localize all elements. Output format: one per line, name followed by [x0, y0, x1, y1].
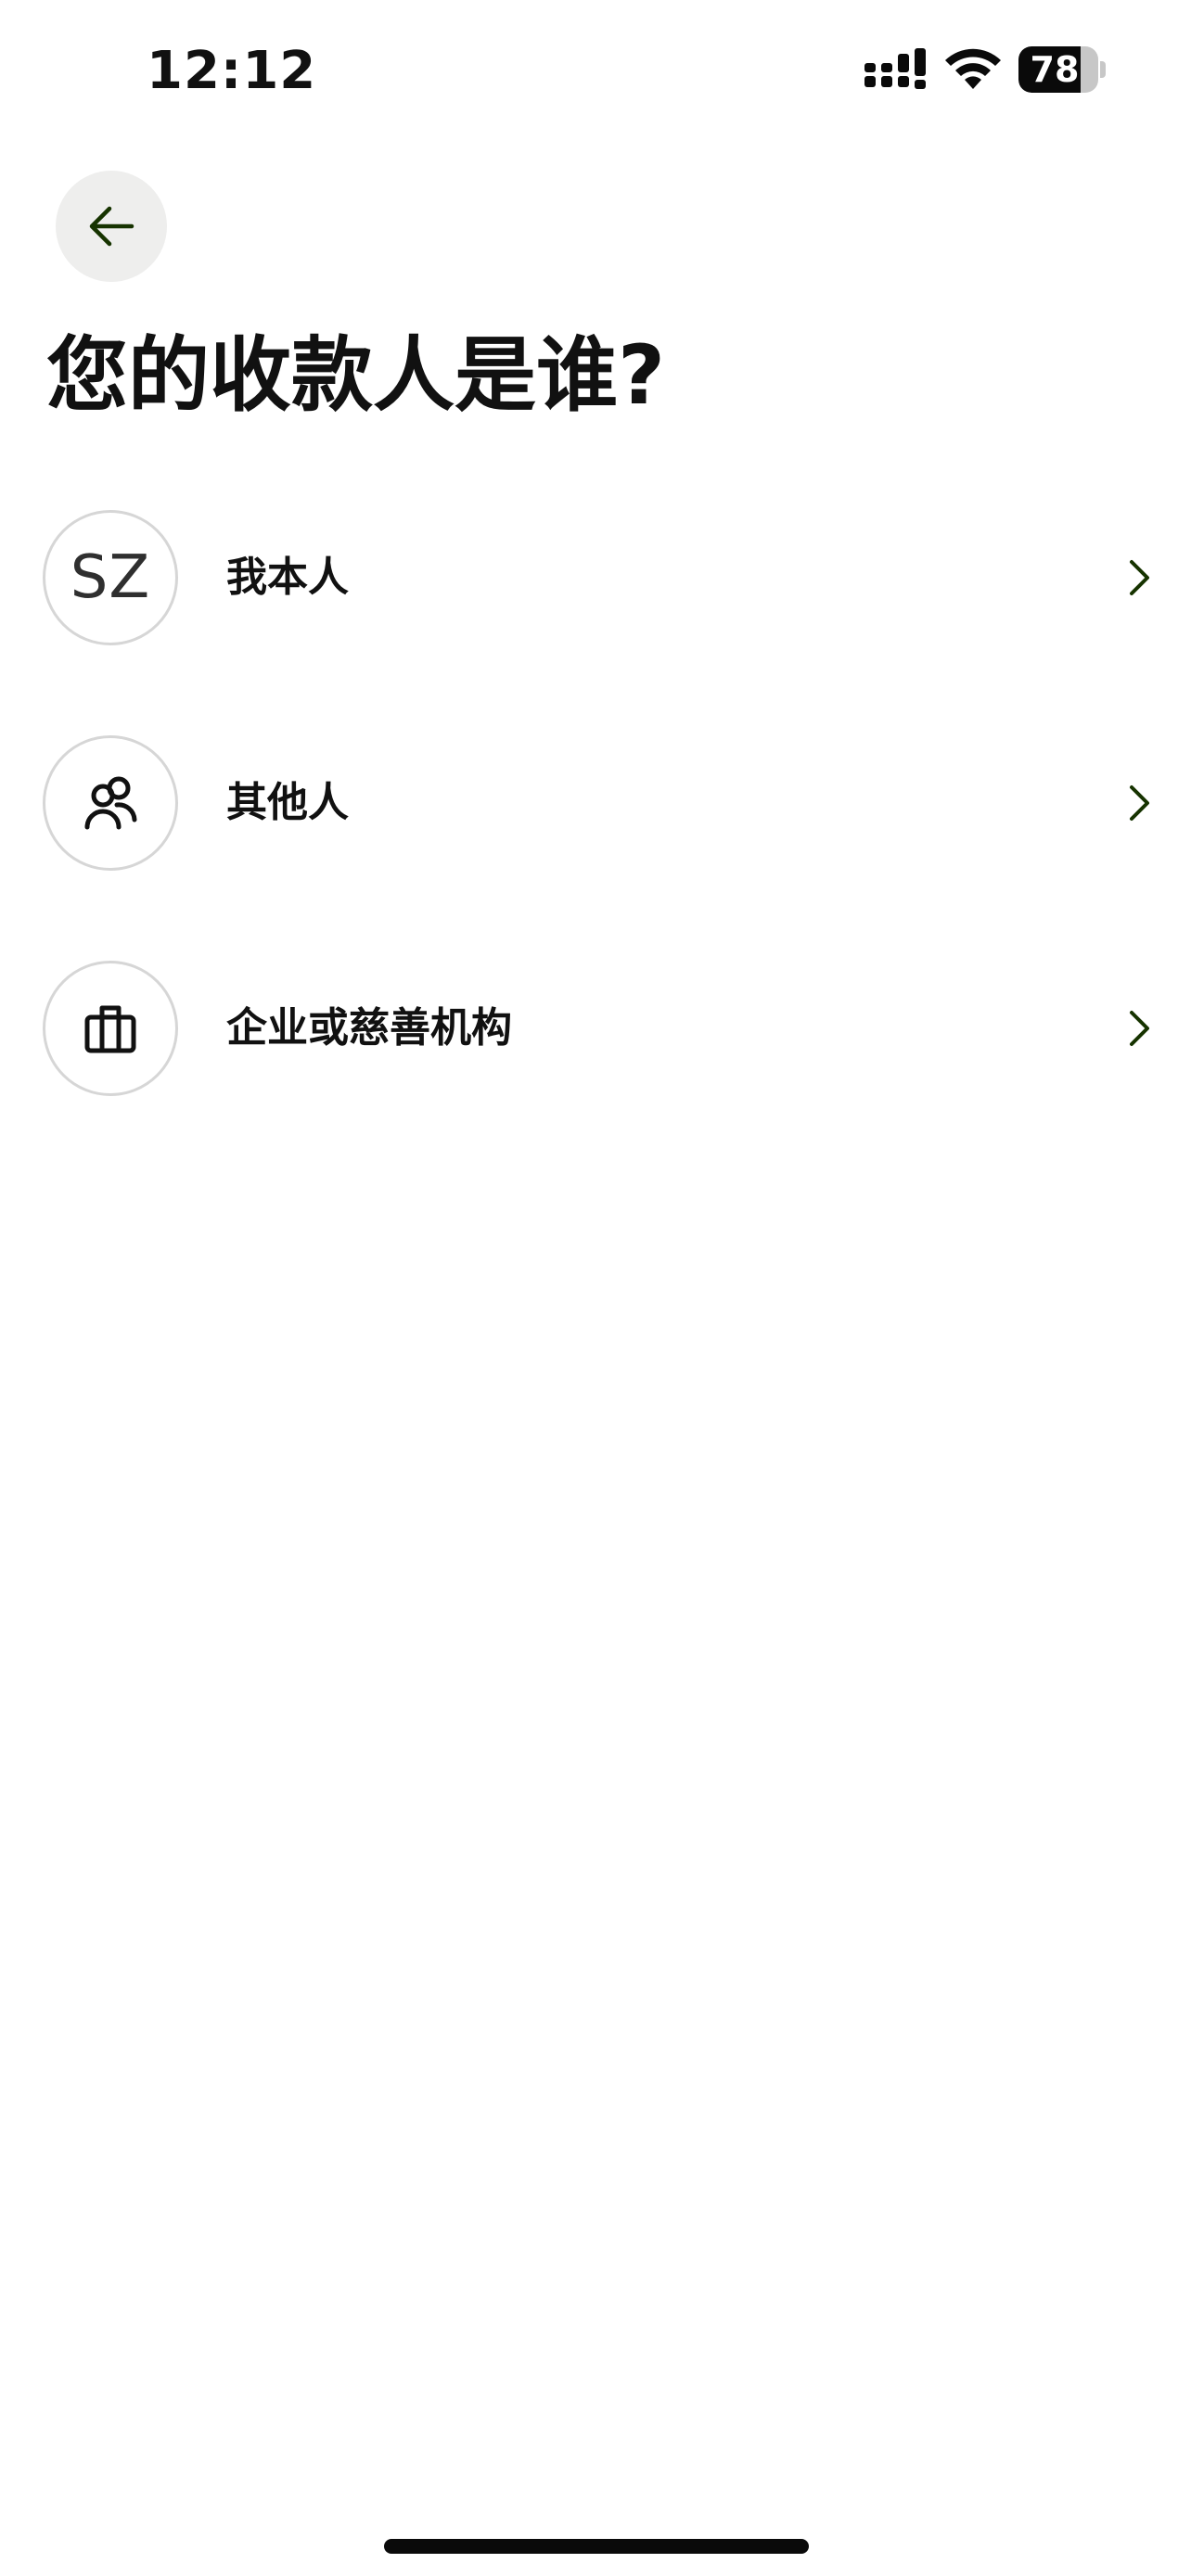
option-label: 企业或慈善机构 [226, 1004, 512, 1052]
battery-body: 78 [1018, 46, 1098, 93]
status-bar: 12:12 78 [0, 0, 1191, 139]
chevron-right-icon [1130, 560, 1149, 595]
battery-indicator: 78 [1018, 46, 1108, 93]
battery-cap [1100, 61, 1106, 78]
briefcase-icon [84, 1005, 136, 1053]
avatar [43, 735, 178, 871]
chevron-right-icon [1130, 1011, 1149, 1046]
option-label: 我本人 [226, 554, 349, 601]
avatar-initials: SZ [70, 543, 151, 612]
page-title: 您的收款人是谁? [46, 327, 666, 423]
battery-level: 78 [1030, 49, 1080, 90]
back-button[interactable] [56, 171, 167, 282]
option-myself[interactable]: SZ 我本人 [0, 501, 1191, 658]
option-someone-else[interactable]: 其他人 [0, 726, 1191, 884]
arrow-left-icon [89, 206, 134, 247]
option-business-or-charity[interactable]: 企业或慈善机构 [0, 951, 1191, 1109]
home-indicator[interactable] [384, 2539, 809, 2554]
avatar: SZ [43, 510, 178, 645]
option-label: 其他人 [226, 779, 349, 826]
status-time: 12:12 [147, 41, 317, 101]
chevron-right-icon [1130, 785, 1149, 821]
people-icon [84, 776, 137, 830]
avatar [43, 961, 178, 1096]
wifi-icon [945, 48, 1001, 89]
cellular-signal-icon [864, 48, 926, 89]
